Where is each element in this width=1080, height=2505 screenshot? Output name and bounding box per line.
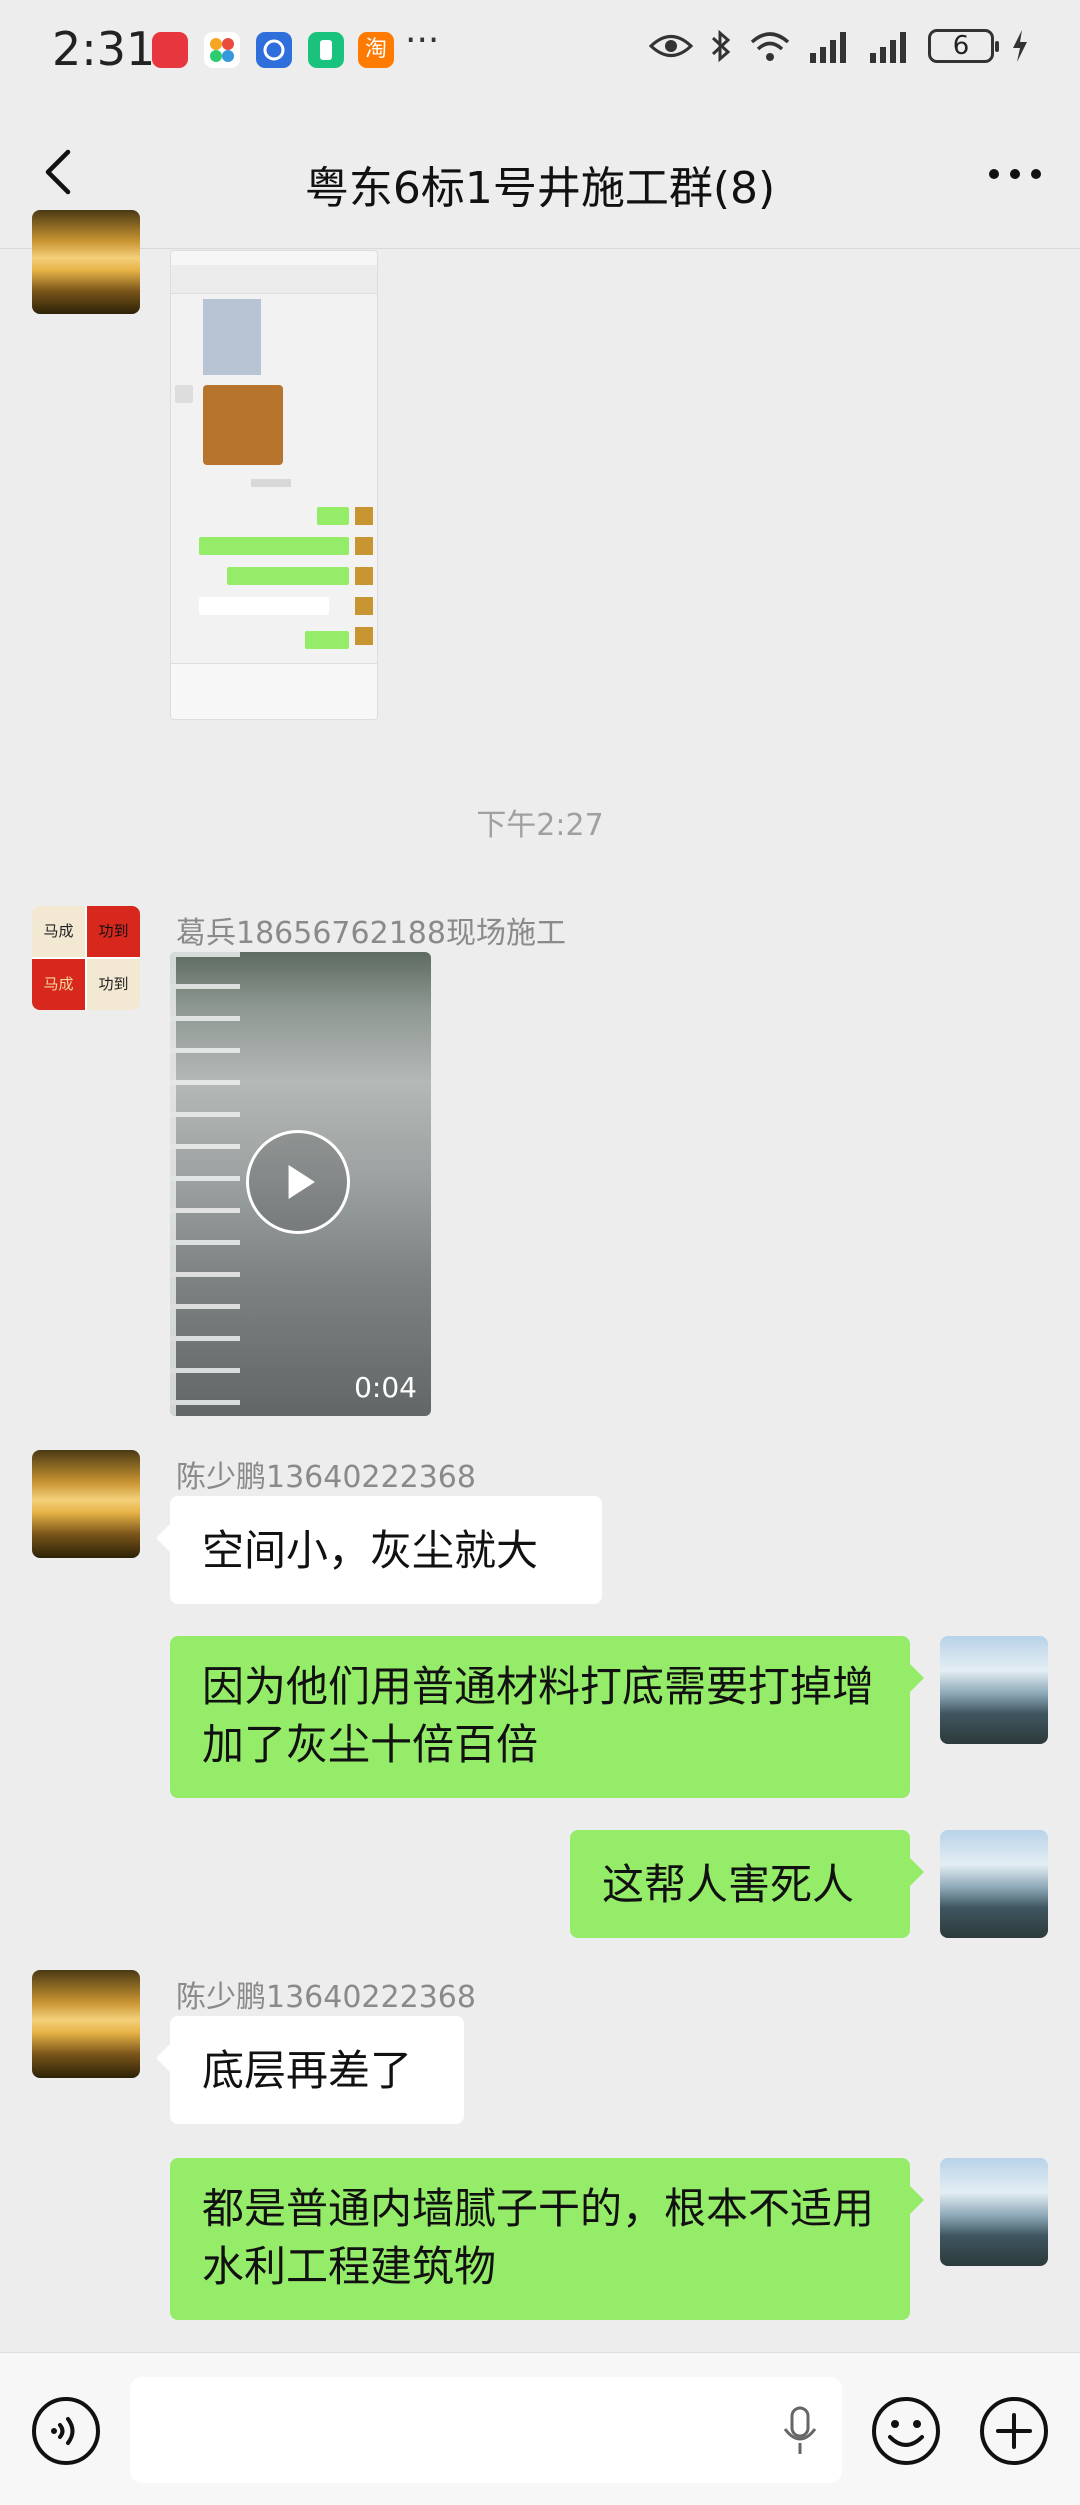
chat-title: 粤东6标1号井施工群(8) [304,163,776,214]
pinwheel-app-icon [204,32,240,68]
video-message[interactable]: 0:04 [170,952,431,1416]
voice-mode-icon[interactable] [30,2395,102,2467]
message-bubble-self[interactable]: 这帮人害死人 [570,1830,924,1938]
sender-name: 陈少鹏13640222368 [176,1460,476,1495]
signal-icon-2 [870,32,906,63]
more-notifications-icon: ··· [405,20,440,61]
status-bar: 2:31 淘 ··· 6 [0,0,1080,100]
green-app-icon [308,32,344,68]
video-thumbnail [170,952,240,1416]
avatar-text: 马成 [32,906,85,957]
play-icon[interactable] [246,1130,350,1234]
add-icon[interactable] [978,2395,1050,2467]
microphone-icon[interactable] [780,2405,820,2457]
avatar[interactable] [32,1450,140,1558]
input-bar [0,2352,1080,2505]
avatar-self[interactable] [940,1636,1048,1744]
taobao-icon: 淘 [358,32,394,68]
blue-app-icon [256,32,292,68]
sender-name: 葛兵18656762188现场施工 [176,916,566,951]
battery-icon: 6 [928,29,999,63]
eye-icon [648,35,694,57]
message-bubble[interactable]: 空间小，灰尘就大 [156,1496,602,1604]
status-time: 2:31 [52,22,156,76]
emoji-icon[interactable] [870,2395,942,2467]
message-input[interactable] [130,2377,842,2483]
charging-icon [1013,30,1027,62]
avatar-self[interactable] [940,1830,1048,1938]
huawei-store-icon [152,32,188,68]
system-icons: 6 [648,28,1030,64]
message-bubble[interactable]: 底层再差了 [156,2016,464,2124]
more-options-icon[interactable] [980,144,1050,204]
avatar[interactable] [32,210,140,314]
message-bubble-self[interactable]: 因为他们用普通材料打底需要打掉增加了灰尘十倍百倍 [170,1636,924,1798]
avatar-text: 马成 [32,959,85,1010]
chat-screenshot-image[interactable] [170,250,378,720]
wifi-icon [750,32,790,61]
avatar[interactable]: 马成 功到 马成 功到 [32,906,140,1010]
message-bubble-self[interactable]: 都是普通内墙腻子干的，根本不适用水利工程建筑物 [170,2158,924,2320]
video-duration: 0:04 [354,1371,417,1404]
bluetooth-icon [711,29,731,63]
sender-name: 陈少鹏13640222368 [176,1980,476,2015]
chat-header: 粤东6标1号井施工群(8) [0,100,1080,249]
avatar-text: 功到 [87,959,140,1010]
avatar[interactable] [32,1970,140,2078]
message-timestamp: 下午2:27 [476,808,604,843]
avatar-self[interactable] [940,2158,1048,2266]
signal-icon [810,32,846,63]
avatar-text: 功到 [87,906,140,957]
